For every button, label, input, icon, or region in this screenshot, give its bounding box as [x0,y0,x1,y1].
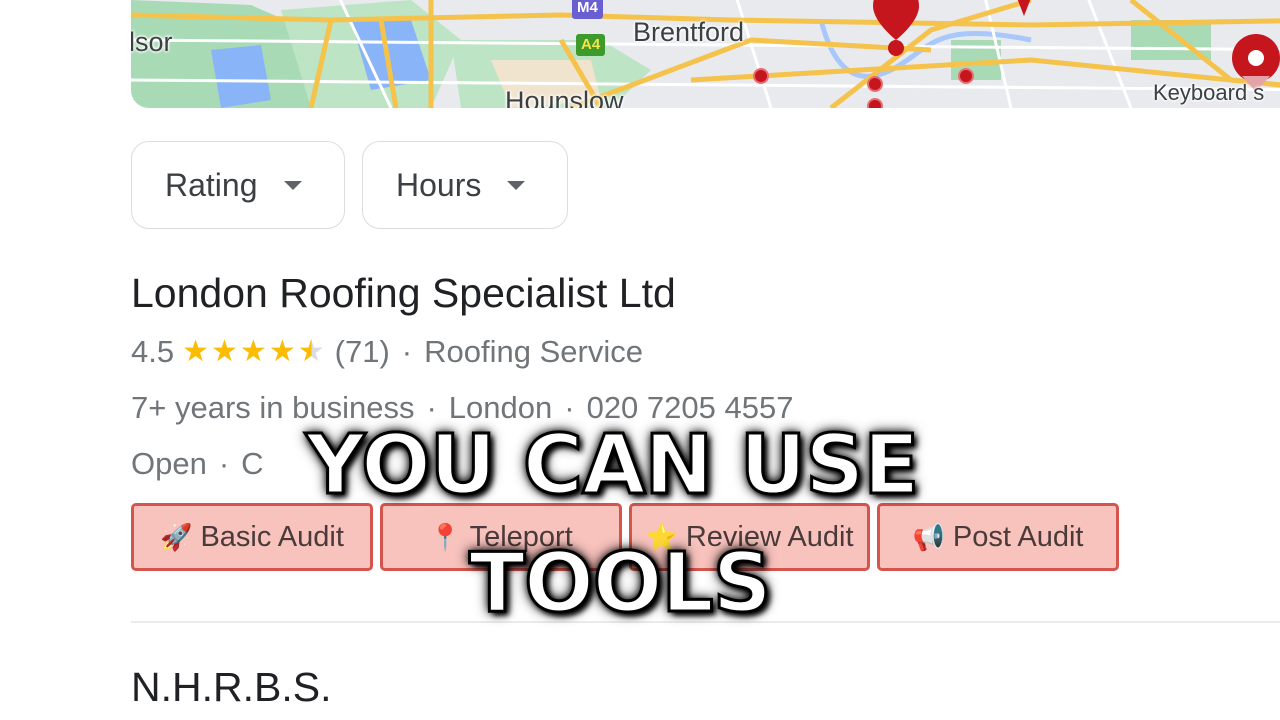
star-icon: ★ [211,335,238,368]
filter-hours-label: Hours [396,166,482,203]
map-label-hounslow: Hounslow [505,86,624,108]
filter-rating-label: Rating [165,166,258,203]
rating-value: 4.5 [131,334,175,369]
business-location: London [448,390,553,425]
filter-rating-dropdown[interactable]: Rating [131,141,345,229]
basic-audit-label: Basic Audit [200,520,344,553]
separator: · [426,390,437,425]
map-label-brentford: Brentford [633,17,745,47]
business-name-link[interactable]: London Roofing Specialist Ltd [131,270,676,317]
map-marker-dot[interactable] [867,98,883,108]
teleport-button[interactable]: 📍 Teleport [380,503,622,571]
rating-row: 4.5 ★ ★ ★ ★ ★ (71) · Roofing Service [131,334,643,370]
road-shield-a4: A4 [576,34,606,56]
separator: · [564,390,575,425]
review-audit-label: Review Audit [685,520,854,553]
post-audit-button[interactable]: 📢 Post Audit [877,503,1119,571]
listing-divider [131,621,1280,623]
map-preview[interactable]: lsor Brentford Hounslow M4 A4 Keyboard s [131,0,1280,108]
separator: · [218,446,230,481]
star-icon: ★ [239,335,267,368]
years-in-business: 7+ years in business [131,390,415,425]
star-icon: ★ [182,335,210,368]
business-category: Roofing Service [424,334,643,369]
rocket-icon: 🚀 [160,521,193,552]
map-label-windsor: lsor [131,27,173,57]
half-star-icon: ★ [297,335,325,368]
map-marker-dot[interactable] [867,76,883,92]
teleport-label: Teleport [469,520,573,553]
megaphone-icon: 📢 [912,521,945,552]
basic-audit-button[interactable]: 🚀 Basic Audit [131,503,373,571]
review-count[interactable]: (71) [335,334,390,370]
map-marker-dot[interactable] [958,68,974,84]
post-audit-label: Post Audit [952,520,1084,553]
filter-hours-dropdown[interactable]: Hours [362,141,568,229]
next-business-name-link[interactable]: N.H.R.B.S. [131,664,331,711]
star-icon: ⭐ [645,521,678,552]
separator: · [401,334,413,369]
map-marker-dot[interactable] [753,68,769,84]
review-audit-button[interactable]: ⭐ Review Audit [629,503,870,571]
details-row: 7+ years in business · London · 020 7205… [131,390,793,426]
open-status: Open [131,446,207,481]
map-pin-icon: 📍 [429,521,462,552]
star-rating: ★ ★ ★ ★ ★ [182,337,327,367]
star-icon: ★ [268,335,296,368]
closing-time-partial: C [241,446,264,481]
map-keyboard-shortcuts-link[interactable]: Keyboard s [1153,80,1264,106]
map-pin-icon[interactable] [871,0,921,60]
business-phone: 020 7205 4557 [586,390,794,425]
caret-down-icon [507,180,526,190]
caret-down-icon [283,180,302,190]
road-shield-m4: M4 [572,0,603,19]
hours-row: Open · C [131,446,264,482]
map-pin-icon[interactable] [1006,0,1042,20]
